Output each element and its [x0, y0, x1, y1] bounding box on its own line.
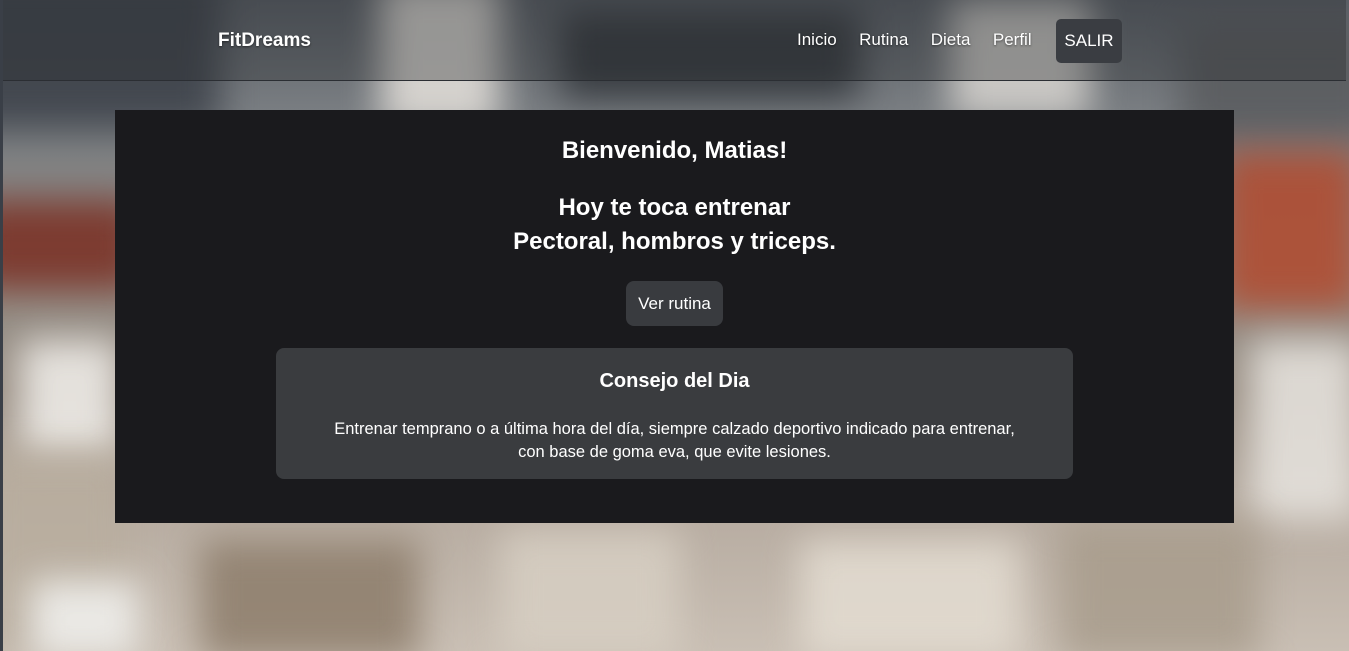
logout-button[interactable]: SALIR [1056, 19, 1122, 63]
nav-link-dieta[interactable]: Dieta [931, 30, 971, 50]
tip-text-line2: con base de goma eva, que evite lesiones… [518, 443, 831, 461]
tip-card: Consejo del Dia Entrenar temprano o a úl… [276, 348, 1073, 479]
tip-text-line1: Entrenar temprano o a última hora del dí… [334, 420, 1015, 438]
today-heading: Hoy te toca entrenar [558, 194, 791, 221]
tip-title: Consejo del Dia [599, 370, 750, 392]
welcome-heading: Bienvenido, Matias! [561, 137, 788, 164]
window-edge [0, 0, 3, 651]
nav-link-perfil[interactable]: Perfil [993, 30, 1032, 50]
nav-links: Inicio Rutina Dieta Perfil [797, 30, 1035, 56]
nav-link-inicio[interactable]: Inicio [797, 30, 837, 50]
welcome-panel: Bienvenido, Matias! Hoy te toca entrenar… [115, 110, 1234, 523]
nav-link-rutina[interactable]: Rutina [859, 30, 908, 50]
today-workout: Pectoral, hombros y triceps. [513, 228, 836, 255]
tip-text: Entrenar temprano o a última hora del dí… [296, 418, 1053, 464]
view-routine-button[interactable]: Ver rutina [626, 281, 723, 326]
brand-logo[interactable]: FitDreams [218, 30, 311, 52]
navbar: FitDreams Inicio Rutina Dieta Perfil SAL… [3, 0, 1346, 81]
